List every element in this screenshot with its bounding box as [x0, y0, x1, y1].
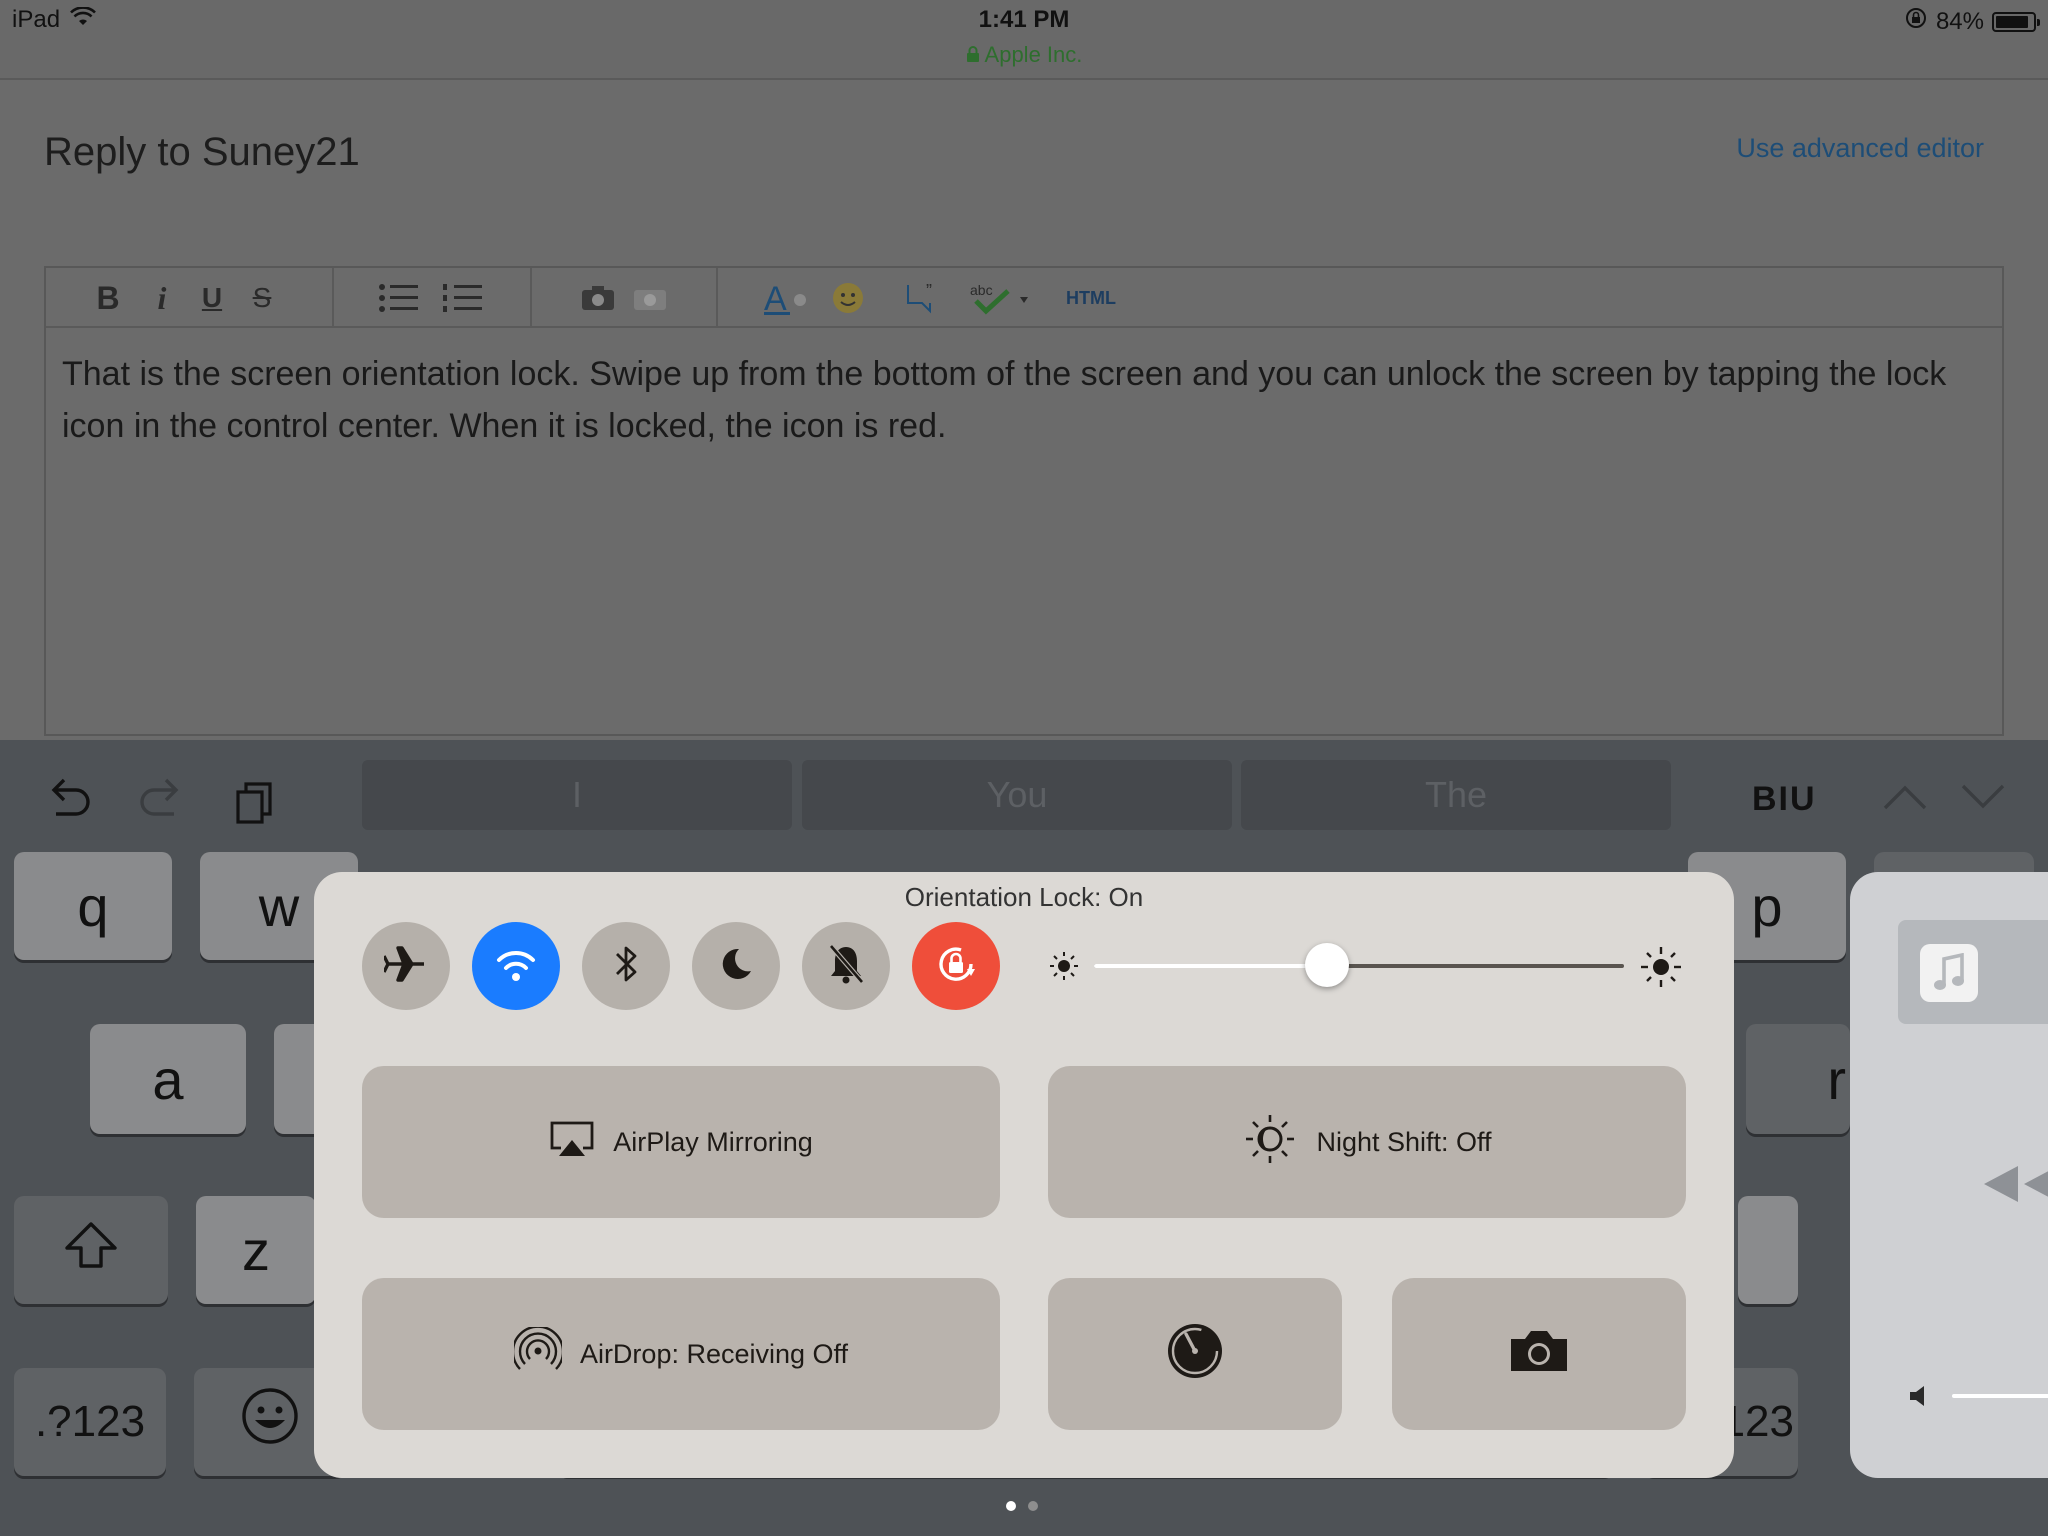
italic-button[interactable]: i: [142, 280, 182, 316]
undo-icon[interactable]: [46, 776, 92, 823]
svg-text:A: A: [764, 280, 787, 316]
strikethrough-button[interactable]: S: [242, 280, 282, 316]
control-center: Orientation Lock: On AirPlay Mirroring N…: [314, 872, 1734, 1478]
emoji-icon[interactable]: [830, 280, 866, 316]
clock: 1:41 PM: [978, 6, 1070, 33]
insert-video-icon[interactable]: [632, 280, 668, 316]
camera-button[interactable]: [1392, 1278, 1686, 1430]
bulleted-list-icon[interactable]: [376, 280, 420, 316]
orientation-lock-toggle[interactable]: [912, 922, 1000, 1010]
album-art-placeholder: [1898, 920, 2048, 1024]
airdrop-label: AirDrop: Receiving Off: [579, 1338, 849, 1369]
key-return[interactable]: r: [1746, 1024, 1850, 1134]
insert-image-icon[interactable]: [580, 280, 616, 316]
svg-text:abc: abc: [970, 282, 993, 298]
wifi-icon: [493, 945, 539, 988]
battery-percent: 84%: [1935, 7, 1984, 35]
timer-button[interactable]: [1048, 1278, 1342, 1430]
control-center-status: Orientation Lock: On: [904, 882, 1144, 912]
airplane-mode-toggle[interactable]: [362, 922, 450, 1010]
airdrop-icon: [511, 1325, 565, 1382]
spellcheck-icon[interactable]: abc: [968, 280, 1038, 316]
now-playing-panel: [1850, 872, 2048, 1478]
camera-icon: [1507, 1327, 1571, 1382]
rotation-lock-icon: [931, 939, 981, 994]
toolbar-divider: [332, 268, 334, 328]
page-title: Reply to Suney21: [44, 130, 360, 174]
advanced-editor-link[interactable]: Use advanced editor: [1736, 133, 1984, 164]
status-right: 84%: [1904, 6, 2040, 37]
airplay-icon: [549, 1120, 595, 1165]
suggestion-1[interactable]: I: [362, 760, 792, 830]
wifi-toggle[interactable]: [472, 922, 560, 1010]
airplay-mirroring-button[interactable]: AirPlay Mirroring: [362, 1066, 1000, 1218]
do-not-disturb-toggle[interactable]: [692, 922, 780, 1010]
bold-button[interactable]: B: [88, 280, 128, 316]
reply-editor: B i U S A ” abc HTML That is the screen …: [44, 266, 2004, 736]
emoji-icon: [240, 1386, 300, 1459]
key-question[interactable]: [1738, 1196, 1798, 1304]
lock-icon: [966, 42, 985, 67]
orientation-lock-status-icon: [1904, 6, 1928, 37]
reply-body-text[interactable]: That is the screen orientation lock. Swi…: [62, 348, 1992, 452]
shift-icon: [63, 1218, 119, 1283]
html-mode-button[interactable]: HTML: [1056, 280, 1126, 316]
suggestion-2[interactable]: You: [802, 760, 1232, 830]
text-format-icon[interactable]: A: [762, 280, 810, 316]
svg-text:”: ”: [926, 281, 932, 301]
battery-icon: [1992, 11, 2040, 32]
night-shift-label: Night Shift: Off: [1316, 1126, 1492, 1157]
quote-icon[interactable]: ”: [904, 280, 944, 316]
format-biu-button[interactable]: BIU: [1752, 780, 1817, 819]
redo-icon[interactable]: [138, 776, 184, 823]
bluetooth-icon: [611, 942, 641, 991]
brightness-low-icon: [1048, 950, 1080, 982]
key-numbers-left[interactable]: .?123: [14, 1368, 166, 1476]
suggestion-3[interactable]: The: [1241, 760, 1671, 830]
editor-toolbar: B i U S A ” abc HTML: [46, 268, 2002, 328]
airplane-icon: [382, 944, 428, 989]
rewind-icon[interactable]: [1980, 1162, 2048, 1211]
chevron-up-icon[interactable]: [1882, 782, 1928, 817]
status-bar: iPad 1:41 PM Apple Inc. 84%: [0, 0, 2048, 80]
night-shift-button[interactable]: Night Shift: Off: [1048, 1066, 1686, 1218]
site-name: Apple Inc.: [984, 42, 1083, 67]
underline-button[interactable]: U: [192, 280, 232, 316]
chevron-down-icon[interactable]: [1960, 782, 2006, 817]
page-indicator[interactable]: [1006, 1501, 1038, 1511]
page-dot-2: [1028, 1501, 1038, 1511]
airplay-label: AirPlay Mirroring: [613, 1126, 813, 1157]
toolbar-divider: [716, 268, 718, 328]
bluetooth-toggle[interactable]: [582, 922, 670, 1010]
brightness-slider-knob[interactable]: [1305, 943, 1350, 987]
keyboard-shortcut-bar: I You The BIU: [0, 740, 2048, 850]
night-shift-icon: [1242, 1111, 1298, 1174]
key-z[interactable]: z: [196, 1196, 316, 1304]
brightness-slider-track[interactable]: [1094, 964, 1624, 968]
page-dot-1: [1006, 1501, 1016, 1511]
volume-low-icon: [1908, 1384, 1932, 1413]
toolbar-divider: [530, 268, 532, 328]
brightness-high-icon: [1640, 946, 1682, 988]
site-identity[interactable]: Apple Inc.: [0, 42, 2048, 68]
key-shift[interactable]: [14, 1196, 168, 1304]
brightness-slider-fill: [1094, 964, 1328, 968]
timer-icon: [1164, 1320, 1226, 1389]
volume-slider[interactable]: [1952, 1394, 2048, 1398]
key-q[interactable]: q: [14, 852, 172, 960]
moon-icon: [717, 945, 755, 988]
mute-toggle[interactable]: [802, 922, 890, 1010]
bell-slash-icon: [826, 943, 866, 990]
paste-icon[interactable]: [234, 780, 276, 829]
music-note-icon: [1920, 944, 1978, 1002]
airdrop-button[interactable]: AirDrop: Receiving Off: [362, 1278, 1000, 1430]
numbered-list-icon[interactable]: [440, 280, 484, 316]
key-a[interactable]: a: [90, 1024, 246, 1134]
